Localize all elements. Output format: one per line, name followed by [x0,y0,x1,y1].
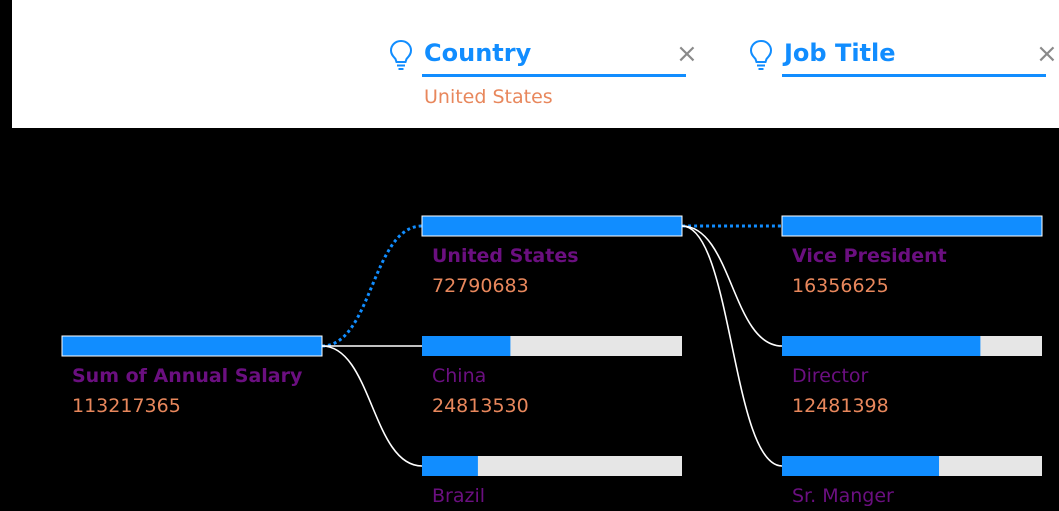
tree-node-name: Brazil [432,485,485,507]
tree-node-name: United States [432,245,579,267]
tree-node-bar[interactable] [422,336,511,356]
connector-line [681,225,783,347]
tree-node-bar[interactable] [782,336,981,356]
root-node-value: 113217365 [72,395,181,417]
decomposition-tree: Sum of Annual Salary 113217365 United Stat… [61,215,1043,507]
tree-node-value: 24813530 [432,395,529,417]
root-node-name: Sum of Annual Salary [72,365,303,387]
tree-node-bar[interactable] [781,215,1043,237]
tree-node-bar[interactable] [421,215,683,237]
tree-node-bar[interactable] [782,456,940,476]
root-node-bar[interactable] [61,335,323,357]
tree-node-value: 72790683 [432,275,529,297]
connector-line [681,225,783,467]
tree-node-bar[interactable] [422,456,478,476]
tree-node-name: Sr. Manger [792,485,894,507]
tree-node-name: Vice President [792,245,947,267]
tree-node-name: Director [792,365,869,387]
tree-node-value: 16356625 [792,275,889,297]
connector-line [321,224,423,348]
connector-line [321,345,423,467]
tree-node-name: China [432,365,486,387]
tree-node-value: 12481398 [792,395,889,417]
